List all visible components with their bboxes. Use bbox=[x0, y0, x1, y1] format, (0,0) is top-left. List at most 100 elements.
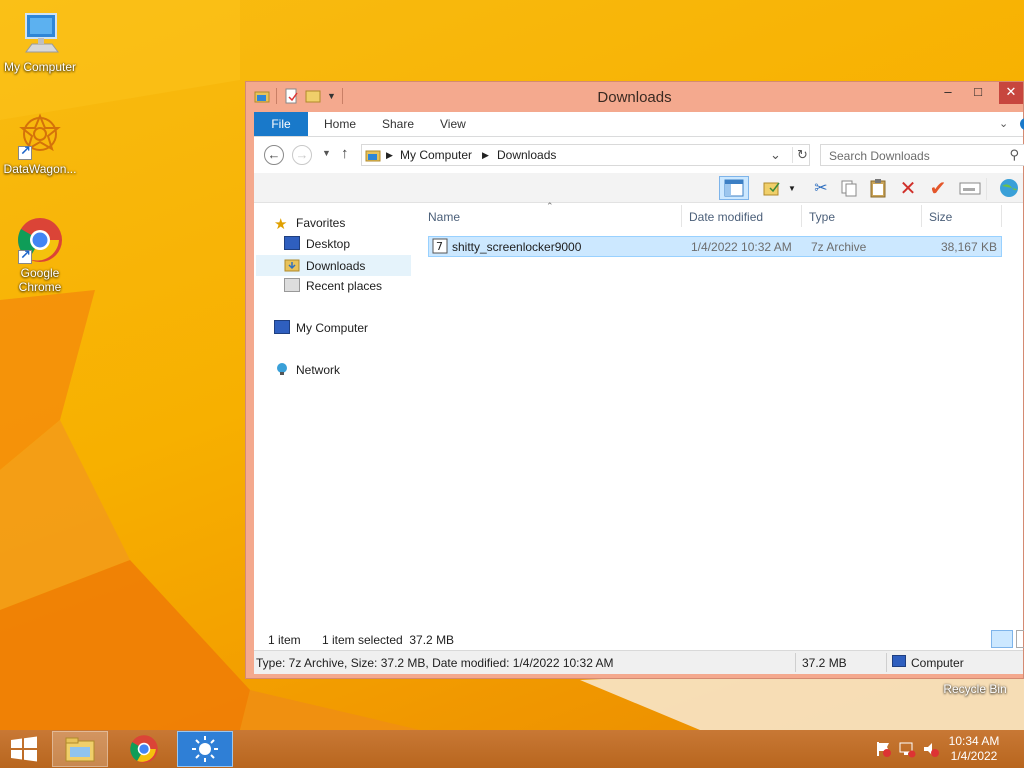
nav-label: My Computer bbox=[296, 321, 369, 335]
globe-icon bbox=[1000, 179, 1018, 197]
network-globe-button[interactable] bbox=[996, 176, 1022, 200]
large-icons-view-button[interactable] bbox=[1016, 630, 1024, 648]
divider bbox=[986, 178, 987, 200]
system-clock[interactable]: 10:34 AM 1/4/2022 bbox=[944, 734, 1004, 764]
nav-label: Network bbox=[296, 363, 341, 377]
address-dropdown-icon[interactable]: ⌄ bbox=[770, 147, 781, 163]
paste-button[interactable] bbox=[865, 176, 891, 200]
tab-view[interactable]: View bbox=[440, 112, 466, 136]
datawagon-icon bbox=[16, 112, 64, 160]
nav-label: Desktop bbox=[306, 237, 351, 251]
breadcrumb-downloads[interactable]: Downloads bbox=[497, 148, 556, 162]
copy-button[interactable] bbox=[836, 176, 862, 200]
computer-icon bbox=[274, 320, 290, 334]
computer-zone-icon bbox=[892, 655, 906, 667]
title-bar[interactable]: ▼ Downloads – □ ✕ bbox=[246, 82, 1023, 112]
explorer-window: ▼ Downloads – □ ✕ File Home Share View ⌄… bbox=[245, 81, 1024, 679]
taskbar-file-explorer[interactable] bbox=[52, 731, 108, 767]
desktop-icon-label: Recycle Bin bbox=[943, 682, 1007, 696]
table-row[interactable]: 7 shitty_screenlocker9000 1/4/2022 10:32… bbox=[428, 236, 1002, 257]
close-button[interactable]: ✕ bbox=[999, 82, 1023, 104]
navigation-pane: ★ Favorites Desktop Downloads Recent plac… bbox=[254, 203, 414, 628]
nav-item-desktop[interactable]: Desktop bbox=[284, 234, 350, 255]
clock-date: 1/4/2022 bbox=[950, 749, 998, 763]
taskbar-app-sun[interactable] bbox=[177, 731, 233, 767]
move-to-button[interactable] bbox=[759, 176, 785, 200]
expand-ribbon-icon[interactable]: ⌄ bbox=[999, 117, 1008, 130]
chevron-down-icon[interactable]: ▼ bbox=[788, 184, 796, 193]
breadcrumb-separator-icon[interactable]: ▶ bbox=[386, 150, 393, 161]
column-header-type[interactable]: Type bbox=[809, 210, 835, 224]
cut-button[interactable]: ✂ bbox=[808, 176, 834, 200]
column-header-date-modified[interactable]: Date modified bbox=[689, 210, 763, 224]
nav-item-network[interactable]: Network bbox=[274, 360, 340, 381]
network-status-icon[interactable] bbox=[898, 740, 916, 758]
file-type: 7z Archive bbox=[811, 240, 867, 254]
refresh-icon[interactable]: ↻ bbox=[792, 147, 808, 163]
minimize-button[interactable]: – bbox=[933, 82, 963, 104]
downloads-folder-icon bbox=[284, 258, 300, 272]
shortcut-arrow-icon bbox=[18, 248, 32, 264]
address-field[interactable]: ▶ My Computer ▶ Downloads ⌄ ↻ bbox=[361, 144, 810, 166]
status-bar: 1 item 1 item selected 37.2 MB bbox=[254, 628, 1024, 650]
preview-pane-button[interactable] bbox=[719, 176, 749, 200]
desktop-icon-my-computer[interactable]: My Computer bbox=[0, 10, 80, 74]
search-box[interactable]: Search Downloads ⚲ bbox=[820, 144, 1024, 166]
maximize-button[interactable]: □ bbox=[963, 82, 993, 104]
search-icon[interactable]: ⚲ bbox=[1009, 147, 1019, 163]
taskbar: 10:34 AM 1/4/2022 bbox=[0, 730, 1024, 768]
delete-x-icon: ✕ bbox=[899, 177, 917, 200]
start-button[interactable] bbox=[0, 731, 48, 767]
desktop-icon bbox=[284, 236, 300, 250]
desktop-icon-google-chrome[interactable]: Google Chrome bbox=[0, 216, 80, 294]
back-button[interactable]: ← bbox=[264, 145, 284, 165]
selected-size: 37.2 MB bbox=[802, 656, 847, 670]
address-bar-row: ← → ▼ ↑ ▶ My Computer ▶ Downloads ⌄ ↻ Se… bbox=[254, 137, 1024, 173]
column-header-size[interactable]: Size bbox=[929, 210, 952, 224]
desktop-icon-datawagon[interactable]: DataWagon... bbox=[0, 112, 80, 176]
location-folder-icon bbox=[365, 147, 381, 166]
forward-button[interactable]: → bbox=[292, 145, 312, 165]
rename-button[interactable]: ✔ bbox=[925, 176, 951, 200]
delete-button[interactable]: ✕ bbox=[895, 176, 921, 200]
desktop-icon-label: DataWagon... bbox=[3, 162, 77, 176]
properties-button[interactable] bbox=[957, 176, 983, 200]
breadcrumb-separator-icon[interactable]: ▶ bbox=[482, 150, 489, 161]
recent-locations-chevron-icon[interactable]: ▼ bbox=[322, 148, 331, 158]
zone-location: Computer bbox=[911, 656, 964, 670]
checkmark-icon: ✔ bbox=[929, 177, 947, 200]
item-count: 1 item bbox=[268, 633, 301, 647]
details-view-button[interactable] bbox=[991, 630, 1013, 648]
divider bbox=[795, 653, 796, 672]
tab-file[interactable]: File bbox=[254, 112, 308, 136]
tab-share[interactable]: Share bbox=[382, 112, 414, 136]
column-header-name[interactable]: Name bbox=[428, 210, 460, 224]
divider bbox=[801, 205, 802, 227]
details-bar: Type: 7z Archive, Size: 37.2 MB, Date mo… bbox=[254, 650, 1023, 674]
taskbar-google-chrome[interactable] bbox=[116, 731, 172, 767]
nav-label: Downloads bbox=[306, 259, 366, 273]
breadcrumb-my-computer[interactable]: My Computer bbox=[400, 148, 472, 162]
nav-item-recent-places[interactable]: Recent places bbox=[284, 276, 382, 297]
nav-item-my-computer[interactable]: My Computer bbox=[274, 318, 368, 339]
star-icon: ★ bbox=[274, 216, 288, 233]
svg-text:7: 7 bbox=[436, 240, 443, 253]
help-icon[interactable] bbox=[1020, 118, 1024, 130]
desktop-icon-recycle-bin[interactable]: Recycle Bin bbox=[935, 682, 1015, 696]
nav-item-favorites[interactable]: ★ Favorites bbox=[274, 213, 345, 234]
folder-check-icon bbox=[763, 182, 780, 196]
selected-file-details: Type: 7z Archive, Size: 37.2 MB, Date mo… bbox=[256, 656, 614, 670]
volume-muted-icon[interactable] bbox=[922, 740, 940, 758]
command-toolbar: ▼ ✂ ✕ ✔ bbox=[254, 173, 1023, 203]
up-arrow-icon[interactable]: ↑ bbox=[341, 145, 349, 162]
chrome-icon bbox=[16, 216, 64, 264]
computer-icon bbox=[16, 10, 64, 58]
nav-item-downloads[interactable]: Downloads bbox=[256, 255, 411, 276]
divider bbox=[681, 205, 682, 227]
archive-file-icon: 7 bbox=[432, 238, 448, 257]
nav-label: Favorites bbox=[296, 216, 346, 230]
selection-summary: 1 item selected 37.2 MB bbox=[322, 633, 455, 647]
tab-home[interactable]: Home bbox=[324, 112, 356, 136]
network-icon bbox=[274, 362, 290, 376]
action-center-flag-icon[interactable] bbox=[874, 740, 892, 758]
